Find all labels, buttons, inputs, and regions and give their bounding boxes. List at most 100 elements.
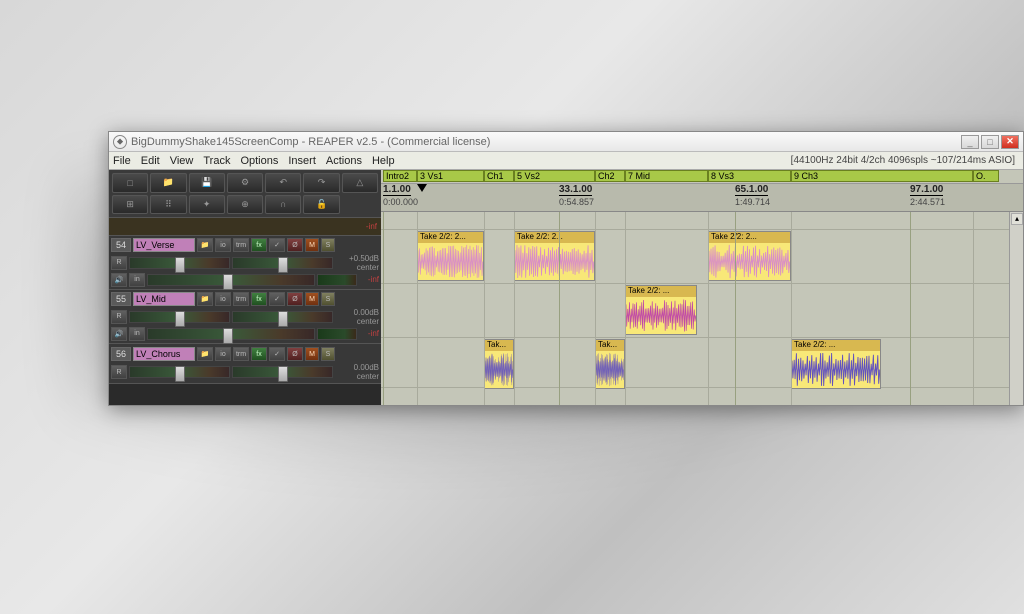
track-lanes[interactable]: Take 2/2: 2... Take 2/2: 2... Take 2/2: 2.…: [381, 212, 1023, 405]
settings-icon[interactable]: ⚙: [227, 173, 263, 193]
track-55[interactable]: 55 LV_Mid 📁 io trm fx ✓ Ø M S R 0.00dB c…: [109, 290, 381, 344]
bypass-button[interactable]: ✓: [269, 238, 285, 252]
lock-icon[interactable]: ⊕: [227, 195, 263, 215]
monitor-button[interactable]: 🔊: [111, 273, 127, 287]
trim-button[interactable]: trm: [233, 347, 249, 361]
media-item[interactable]: Take 2/2: 2...: [514, 231, 595, 281]
vertical-scrollbar[interactable]: ▴: [1009, 212, 1023, 405]
fx-button[interactable]: fx: [251, 292, 267, 306]
io-button[interactable]: io: [215, 292, 231, 306]
menu-actions[interactable]: Actions: [326, 155, 362, 167]
save-project-icon[interactable]: 💾: [189, 173, 225, 193]
pan-fader[interactable]: [232, 257, 333, 269]
menu-view[interactable]: View: [170, 155, 194, 167]
track-name[interactable]: LV_Chorus: [133, 347, 195, 361]
volume-fader[interactable]: [129, 311, 230, 323]
magnet-icon[interactable]: ∩: [265, 195, 301, 215]
db-readout: +0.50dB center: [335, 254, 379, 272]
open-project-icon[interactable]: 📁: [150, 173, 186, 193]
io-button[interactable]: io: [215, 238, 231, 252]
waveform: [709, 243, 790, 280]
pan-fader[interactable]: [232, 366, 333, 378]
new-project-icon[interactable]: □: [112, 173, 148, 193]
solo-button[interactable]: S: [321, 292, 335, 306]
volume-fader[interactable]: [129, 366, 230, 378]
volume-fader[interactable]: [129, 257, 230, 269]
phase-button[interactable]: Ø: [287, 238, 303, 252]
region-marker[interactable]: 3 Vs1: [417, 170, 484, 182]
monitor-button[interactable]: 🔊: [111, 327, 127, 341]
points-icon[interactable]: ⠿: [150, 195, 186, 215]
bypass-button[interactable]: ✓: [269, 292, 285, 306]
lane-56: Tak... Tak... Take 2/2: ...: [381, 338, 1009, 388]
media-item[interactable]: Take 2/2: 2...: [417, 231, 484, 281]
undo-icon[interactable]: ↶: [265, 173, 301, 193]
trim-button[interactable]: trm: [233, 292, 249, 306]
grid-icon[interactable]: ⊞: [112, 195, 148, 215]
media-item[interactable]: Take 2/2: ...: [625, 285, 697, 335]
menubar: File Edit View Track Options Insert Acti…: [109, 152, 1023, 170]
menu-edit[interactable]: Edit: [141, 155, 160, 167]
solo-button[interactable]: S: [321, 347, 335, 361]
record-button[interactable]: R: [111, 365, 127, 379]
input-fader[interactable]: [147, 328, 315, 340]
solo-button[interactable]: S: [321, 238, 335, 252]
folder-icon[interactable]: 📁: [197, 347, 213, 361]
input-button[interactable]: in: [129, 327, 145, 341]
track-56[interactable]: 56 LV_Chorus 📁 io trm fx ✓ Ø M S R 0.00d…: [109, 344, 381, 384]
scroll-up-icon[interactable]: ▴: [1011, 213, 1023, 225]
region-marker[interactable]: 8 Vs3: [708, 170, 791, 182]
media-item[interactable]: Take 2/2: ...: [791, 339, 881, 389]
media-item[interactable]: Tak...: [595, 339, 625, 389]
region-marker[interactable]: O.: [973, 170, 999, 182]
media-item[interactable]: Take 2/2: 2...: [708, 231, 791, 281]
menu-options[interactable]: Options: [240, 155, 278, 167]
input-fader[interactable]: [147, 274, 315, 286]
pan-fader[interactable]: [232, 311, 333, 323]
track-row-partial: -inf: [109, 218, 381, 236]
record-button[interactable]: R: [111, 310, 127, 324]
fx-button[interactable]: fx: [251, 238, 267, 252]
minimize-button[interactable]: _: [961, 135, 979, 149]
mute-button[interactable]: M: [305, 238, 319, 252]
folder-icon[interactable]: 📁: [197, 238, 213, 252]
metronome-icon[interactable]: △: [342, 173, 378, 193]
redo-icon[interactable]: ↷: [303, 173, 339, 193]
playhead-cursor-icon[interactable]: [417, 184, 427, 192]
phase-button[interactable]: Ø: [287, 292, 303, 306]
input-button[interactable]: in: [129, 273, 145, 287]
region-marker[interactable]: Ch1: [484, 170, 514, 182]
unlock-icon[interactable]: 🔓: [303, 195, 339, 215]
region-marker[interactable]: 9 Ch3: [791, 170, 973, 182]
track-name[interactable]: LV_Verse: [133, 238, 195, 252]
clip-label: Take 2/2: 2...: [418, 232, 483, 243]
trim-button[interactable]: trm: [233, 238, 249, 252]
region-marker[interactable]: Intro2: [383, 170, 417, 182]
arrange-view[interactable]: Intro23 Vs1Ch15 Vs2Ch27 Mid8 Vs39 Ch3O. …: [381, 170, 1023, 405]
bypass-button[interactable]: ✓: [269, 347, 285, 361]
menu-track[interactable]: Track: [203, 155, 230, 167]
menu-insert[interactable]: Insert: [288, 155, 316, 167]
io-button[interactable]: io: [215, 347, 231, 361]
region-marker[interactable]: 7 Mid: [625, 170, 708, 182]
mute-button[interactable]: M: [305, 292, 319, 306]
region-marker[interactable]: 5 Vs2: [514, 170, 595, 182]
region-marker[interactable]: Ch2: [595, 170, 625, 182]
marker-lane[interactable]: Intro23 Vs1Ch15 Vs2Ch27 Mid8 Vs39 Ch3O.: [381, 170, 1023, 184]
mute-button[interactable]: M: [305, 347, 319, 361]
maximize-button[interactable]: □: [981, 135, 999, 149]
media-item[interactable]: Tak...: [484, 339, 514, 389]
close-button[interactable]: ✕: [1001, 135, 1019, 149]
timeline-ruler[interactable]: 1.1.000:00.00033.1.000:54.85765.1.001:49…: [381, 184, 1023, 212]
menu-file[interactable]: File: [113, 155, 131, 167]
menu-help[interactable]: Help: [372, 155, 395, 167]
titlebar[interactable]: ⬥ BigDummyShake145ScreenComp - REAPER v2…: [109, 132, 1023, 152]
track-54[interactable]: 54 LV_Verse 📁 io trm fx ✓ Ø M S R +0.50d…: [109, 236, 381, 290]
folder-icon[interactable]: 📁: [197, 292, 213, 306]
track-name[interactable]: LV_Mid: [133, 292, 195, 306]
phase-button[interactable]: Ø: [287, 347, 303, 361]
record-button[interactable]: R: [111, 256, 127, 270]
clip-label: Tak...: [485, 340, 513, 351]
fx-button[interactable]: fx: [251, 347, 267, 361]
snap-icon[interactable]: ✦: [189, 195, 225, 215]
